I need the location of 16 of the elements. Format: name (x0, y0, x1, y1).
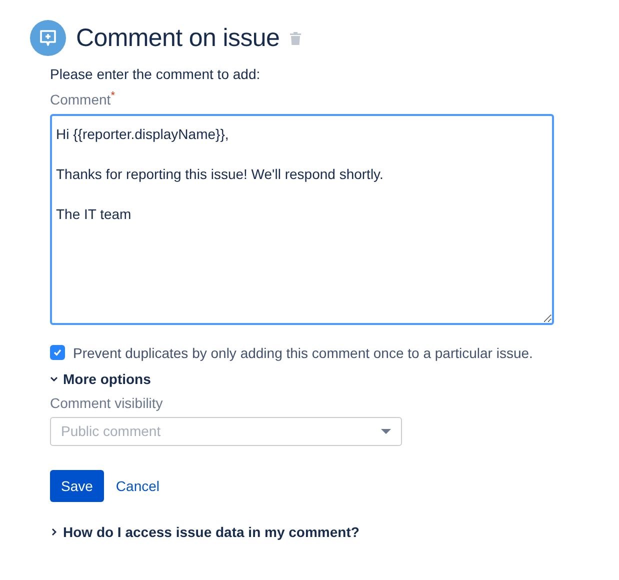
help-toggle[interactable]: How do I access issue data in my comment? (50, 524, 360, 540)
more-options-toggle[interactable]: More options (50, 370, 151, 387)
checkbox[interactable] (50, 345, 65, 360)
checkbox-label: Prevent duplicates by only adding this comment once to a particular issue. (73, 344, 533, 361)
save-button[interactable]: Save (50, 470, 104, 502)
check-icon (53, 348, 62, 358)
cancel-link[interactable]: Cancel (116, 478, 160, 494)
visibility-label: Comment visibility (50, 394, 163, 411)
dropdown-caret-icon (381, 428, 391, 434)
chevron-down-icon (50, 374, 58, 383)
intro-text: Please enter the comment to add: (50, 66, 260, 82)
chevron-right-icon (50, 528, 58, 536)
page-title: Comment on issue (76, 24, 280, 52)
comment-icon (30, 20, 66, 56)
comment-field[interactable]: Hi {{reporter.displayName}}, Thanks for reporting this issue! We'll respond shortly. The IT team (50, 114, 554, 325)
comment-label: Comment$^{*}$ (50, 90, 115, 108)
